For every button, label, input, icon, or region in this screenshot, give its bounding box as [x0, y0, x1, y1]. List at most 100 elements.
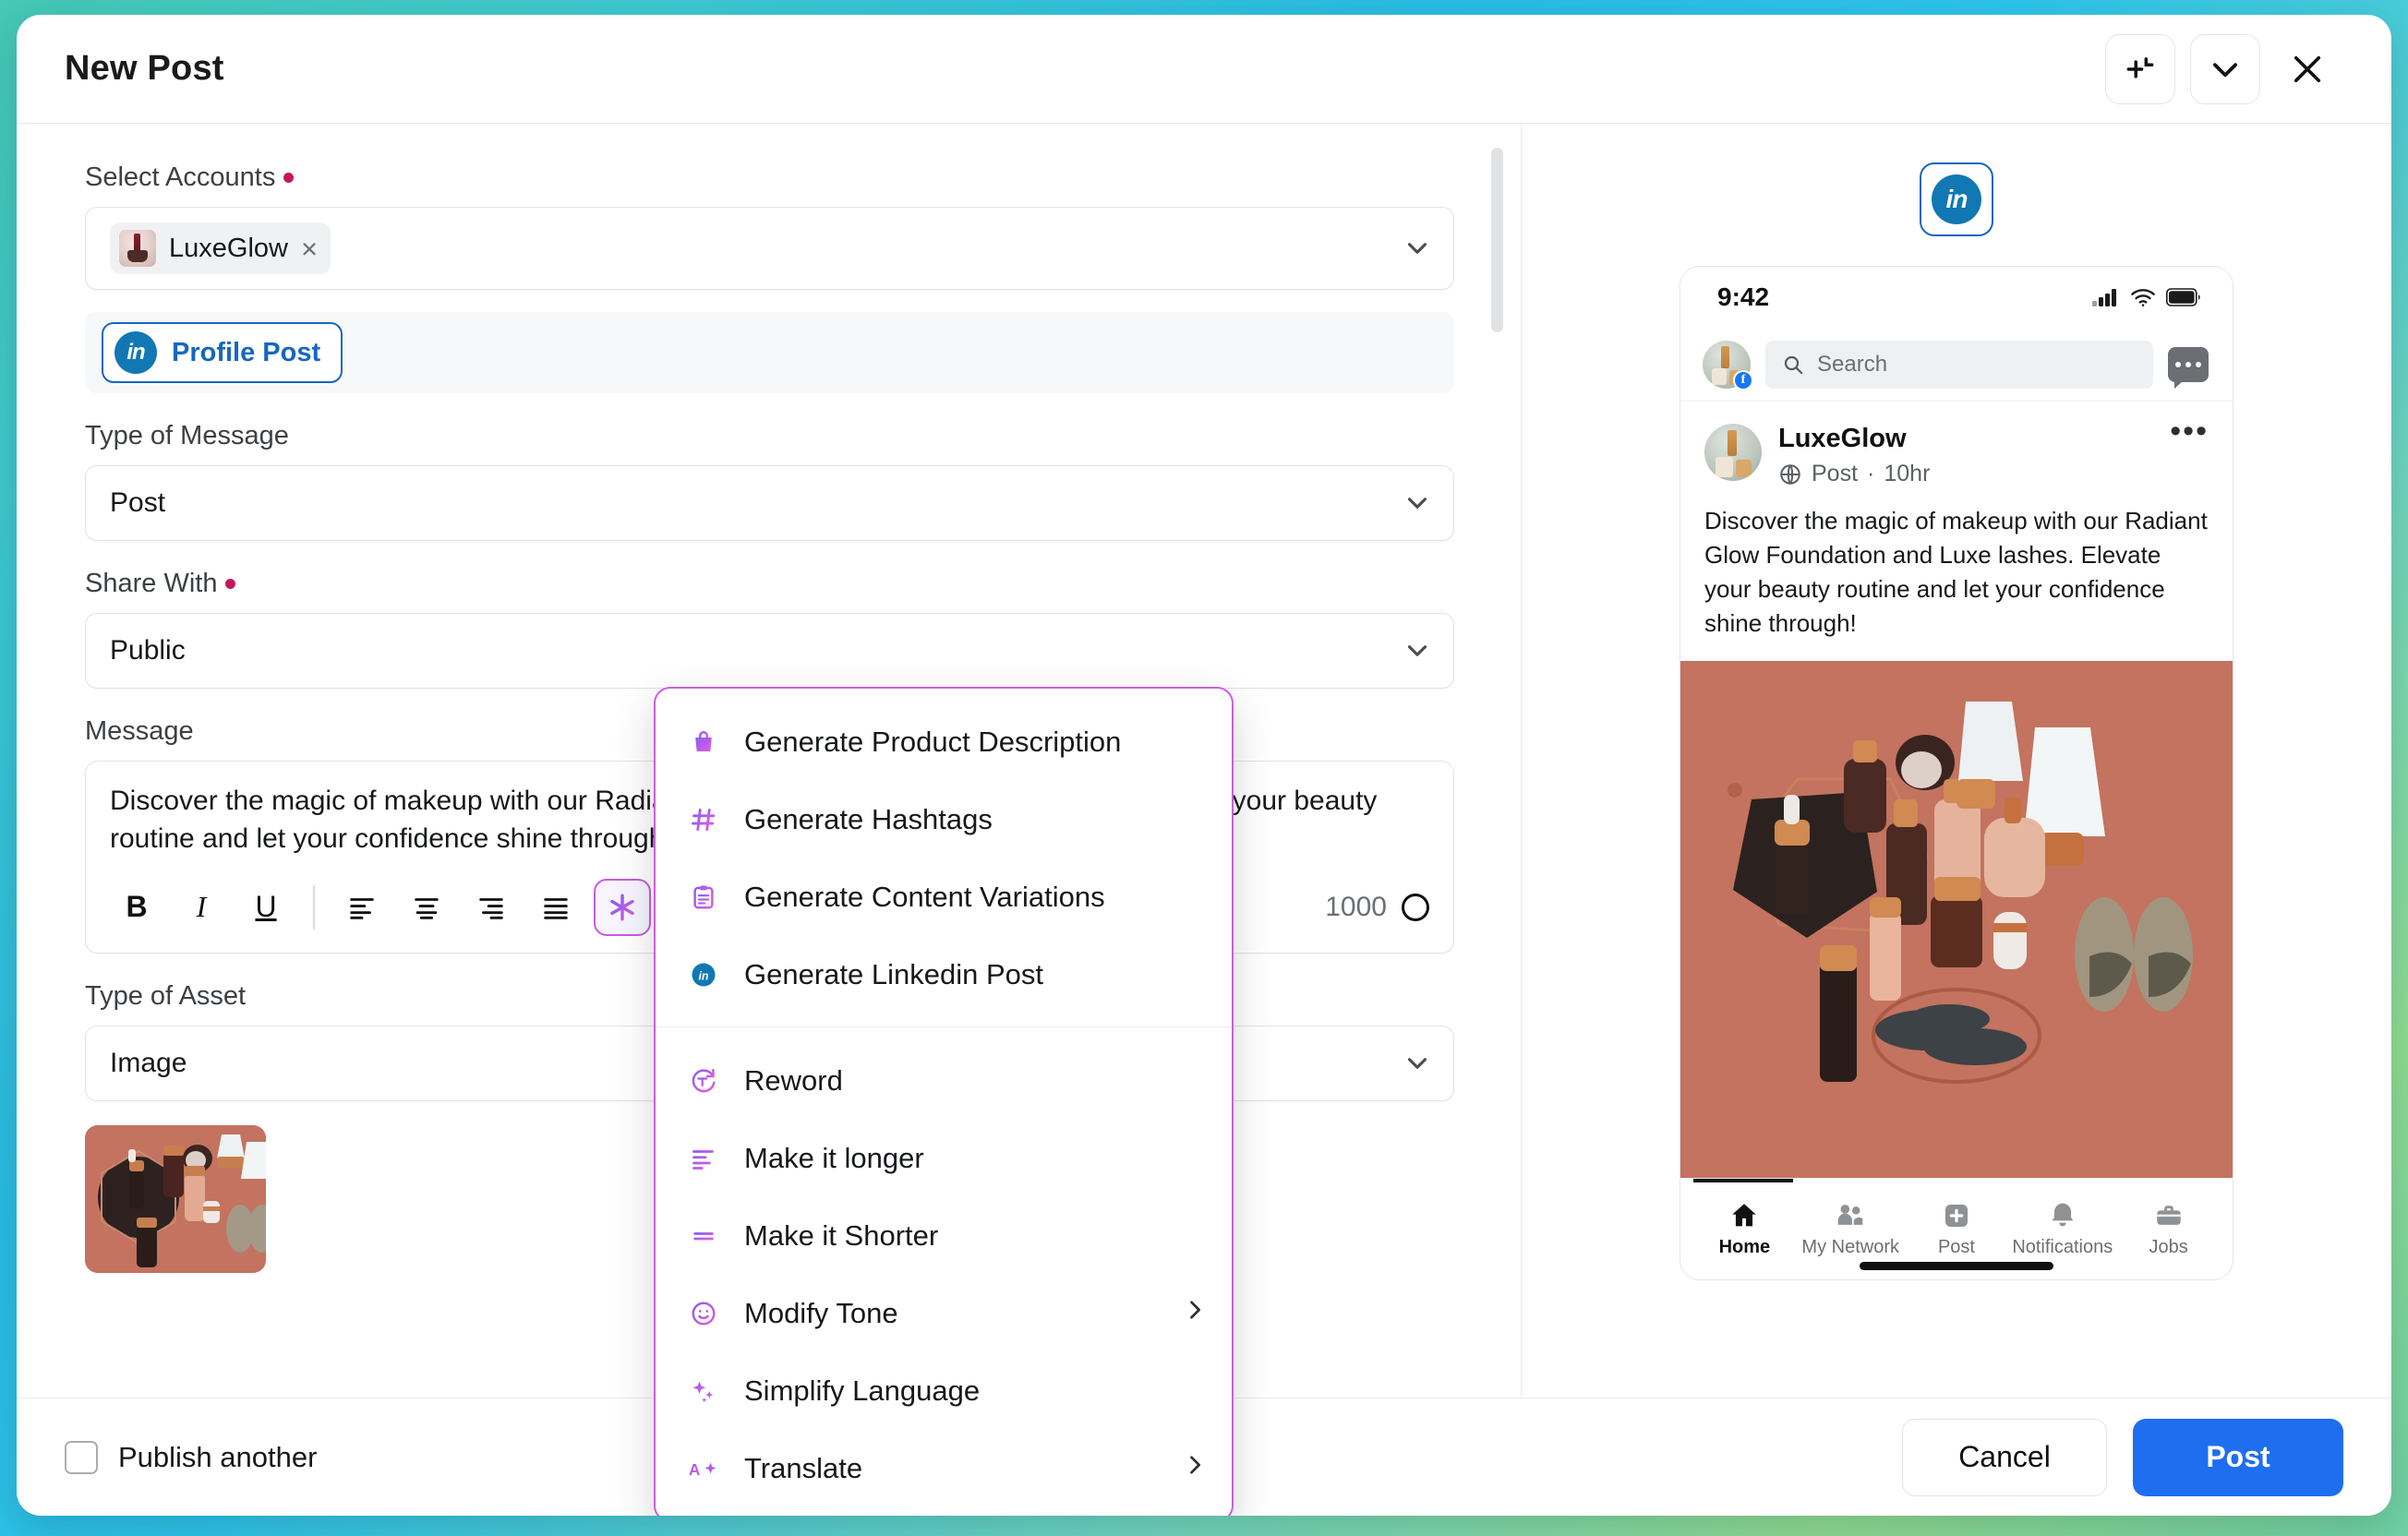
close-button[interactable]	[2275, 37, 2340, 102]
post-time: 10hr	[1884, 461, 1930, 487]
share-with-select[interactable]: Public	[85, 613, 1454, 689]
italic-button[interactable]: I	[175, 881, 228, 934]
publish-another-row[interactable]: Publish another	[65, 1441, 317, 1474]
minimize-icon	[2123, 52, 2158, 87]
titlebar-actions	[2105, 34, 2340, 104]
menu-item-generate-linkedin-post[interactable]: in Generate Linkedin Post	[656, 936, 1232, 1014]
product-flatlay-image	[1680, 661, 2233, 1178]
post-button[interactable]: Post	[2133, 1419, 2343, 1496]
modal-titlebar: New Post	[17, 15, 2391, 124]
remove-account-icon[interactable]: ×	[301, 234, 318, 263]
select-accounts-field[interactable]: LuxeGlow ×	[85, 207, 1454, 290]
toolbar-divider	[313, 885, 315, 930]
menu-item-translate[interactable]: A Translate	[656, 1430, 1232, 1507]
chevron-down-icon	[2208, 52, 2243, 87]
search-placeholder: Search	[1817, 352, 1887, 378]
menu-item-label: Translate	[744, 1452, 862, 1485]
form-scrollbar[interactable]	[1489, 131, 1504, 1398]
account-chip-luxeglow[interactable]: LuxeGlow ×	[110, 222, 331, 274]
menu-item-reword[interactable]: Reword	[656, 1042, 1232, 1120]
menu-item-label: Generate Hashtags	[744, 803, 993, 836]
underline-button[interactable]: U	[239, 881, 293, 934]
align-right-button[interactable]	[464, 881, 518, 934]
nav-item-my-network[interactable]: My Network	[1798, 1200, 1904, 1258]
avatar[interactable]: f	[1703, 341, 1751, 389]
share-with-label-text: Share With	[85, 569, 217, 599]
nav-item-jobs[interactable]: Jobs	[2115, 1200, 2221, 1258]
chevron-down-icon[interactable]	[1402, 635, 1433, 666]
search-input[interactable]: Search	[1765, 341, 2153, 389]
preview-post-header: LuxeGlow Post · 10hr •••	[1680, 402, 2233, 500]
menu-item-modify-tone[interactable]: Modify Tone	[656, 1275, 1232, 1352]
align-left-button[interactable]	[335, 881, 389, 934]
avatar[interactable]	[1704, 424, 1762, 481]
menu-item-label: Simplify Language	[744, 1374, 980, 1408]
menu-item-make-it-longer[interactable]: Make it longer	[656, 1120, 1232, 1197]
chevron-down-icon[interactable]	[1402, 233, 1433, 264]
post-more-options-icon[interactable]: •••	[2170, 424, 2209, 439]
align-justify-button[interactable]	[529, 881, 583, 934]
nav-label: Notifications	[2012, 1237, 2113, 1258]
asset-thumbnail[interactable]	[85, 1125, 266, 1273]
menu-item-label: Make it longer	[744, 1142, 924, 1175]
nav-label: My Network	[1801, 1237, 1899, 1258]
bold-button[interactable]: B	[110, 881, 163, 934]
character-count-value: 1000	[1325, 892, 1387, 923]
new-post-modal: New Post	[17, 15, 2391, 1516]
messages-icon[interactable]	[2168, 347, 2209, 382]
character-counter: 1000	[1325, 892, 1429, 923]
post-preview-panel: in 9:42	[1522, 124, 2391, 1398]
menu-item-label: Generate Linkedin Post	[744, 958, 1043, 991]
linkedin-icon: in	[114, 331, 157, 374]
chevron-right-icon	[1182, 1297, 1208, 1330]
footer-buttons: Cancel Post	[1902, 1419, 2343, 1496]
battery-icon	[2166, 288, 2201, 306]
align-left-icon	[346, 892, 378, 923]
profile-post-tab[interactable]: in Profile Post	[102, 322, 343, 383]
menu-item-make-it-shorter[interactable]: Make it Shorter	[656, 1197, 1232, 1275]
form-scrollbar-thumb[interactable]	[1491, 148, 1503, 332]
nav-item-home[interactable]: Home	[1692, 1200, 1798, 1258]
menu-item-generate-content-variations[interactable]: Generate Content Variations	[656, 858, 1232, 936]
share-with-label: Share With	[85, 569, 1454, 599]
chevron-down-icon[interactable]	[1402, 487, 1433, 519]
account-chip-label: LuxeGlow	[169, 234, 288, 264]
align-center-button[interactable]	[400, 881, 453, 934]
select-accounts-label-text: Select Accounts	[85, 162, 275, 193]
nav-item-notifications[interactable]: Notifications	[2009, 1200, 2115, 1258]
menu-item-generate-product-description[interactable]: Generate Product Description	[656, 703, 1232, 781]
chevron-down-icon[interactable]	[1402, 1048, 1433, 1079]
ai-assist-menu: Generate Product Description Generate Ha…	[654, 687, 1234, 1516]
svg-text:in: in	[698, 970, 708, 983]
cancel-button[interactable]: Cancel	[1902, 1419, 2107, 1496]
make-shorter-icon	[687, 1222, 720, 1250]
collapse-expand-button[interactable]	[2105, 34, 2175, 104]
type-of-message-value: Post	[110, 487, 165, 519]
type-of-message-group: Type of Message Post	[85, 421, 1454, 541]
preview-post-image[interactable]	[1680, 661, 2233, 1178]
home-icon	[1728, 1200, 1760, 1231]
nav-label: Jobs	[2149, 1237, 2187, 1258]
nav-label: Home	[1719, 1237, 1771, 1258]
bell-icon	[2047, 1200, 2078, 1231]
make-longer-icon	[687, 1145, 720, 1172]
nav-item-post[interactable]: Post	[1904, 1200, 2010, 1258]
ai-assist-button[interactable]	[594, 879, 651, 936]
linkedin-preview-tab[interactable]: in	[1920, 162, 1993, 236]
publish-another-checkbox[interactable]	[65, 1441, 98, 1474]
chevron-down-button[interactable]	[2190, 34, 2260, 104]
type-of-message-select[interactable]: Post	[85, 465, 1454, 541]
ai-menu-edit-section: Reword Make it longer Make it Shorter	[656, 1026, 1232, 1516]
people-icon	[1835, 1200, 1866, 1231]
close-icon	[2288, 50, 2327, 89]
plus-square-icon	[1941, 1200, 1972, 1231]
menu-item-generate-hashtags[interactable]: Generate Hashtags	[656, 781, 1232, 858]
wifi-icon	[2130, 287, 2156, 307]
cellular-signal-icon	[2092, 287, 2120, 307]
page-title: New Post	[65, 49, 224, 89]
share-with-value: Public	[110, 635, 186, 666]
menu-item-simplify-language[interactable]: Simplify Language	[656, 1352, 1232, 1430]
type-of-message-label: Type of Message	[85, 421, 1454, 451]
briefcase-icon	[2153, 1200, 2185, 1231]
profile-post-label: Profile Post	[172, 338, 320, 368]
